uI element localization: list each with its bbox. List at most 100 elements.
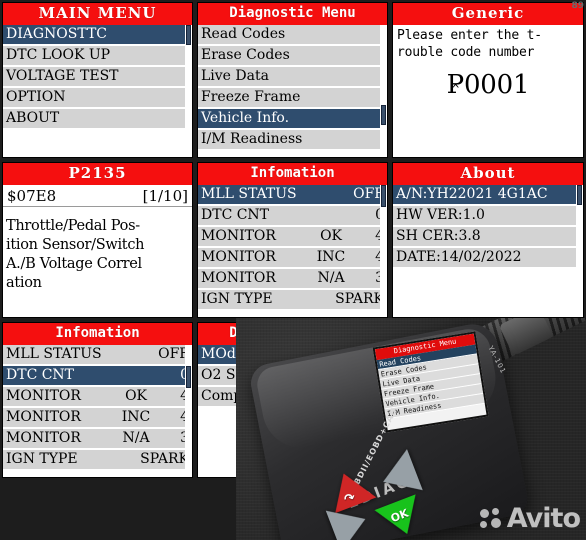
info-row-mid: OK [125,388,147,404]
info-row-ign-type[interactable]: IGN TYPE SPARK [198,290,387,311]
menu-item-erase-codes[interactable]: Erase Codes [198,46,387,67]
generic-body: Please enter the t- rouble code number P… [393,25,583,157]
diagnostic-menu-list: Read Codes Erase Codes Live Data Freeze … [198,25,387,157]
about-row-label: HW VER:1.0 [396,207,485,223]
menu-item-voltage-test[interactable]: VOLTAGE TEST [3,67,192,88]
main-menu-list: DIAGNOSTTC DTC LOOK UP VOLTAGE TEST OPTI… [3,25,192,157]
panel-title-dtc-code: P2135 [3,163,192,185]
menu-item-label: DTC LOOK UP [6,47,111,63]
info-row-mid: N/A [317,270,345,286]
info-row-dtc-cnt[interactable]: DTC CNT 0 [198,206,387,227]
panel-diagnostic-menu: Diagnostic Menu Read Codes Erase Codes L… [197,2,388,158]
info-row-dtc-cnt[interactable]: DTC CNT 0 [3,366,192,387]
menu-item-label: Live Data [201,68,269,84]
generic-prompt-line-2: rouble code number [397,45,535,60]
menu-item-label: I/M Readiness [201,131,303,147]
menu-item-option[interactable]: OPTION [3,88,192,109]
generic-prompt-line-1: Please enter the t- [397,28,542,43]
panel-title-information: Infomation [198,163,387,185]
about-row-label: SH CER:3.8 [396,228,481,244]
info-row-monitor-inc[interactable]: MONITOR INC 4 [3,408,192,429]
panel-title-about: About [393,163,583,185]
panel-information-b: Infomation MLL STATUS OFF DTC CNT 0 MONI… [2,322,193,478]
menu-item-label: Vehicle Info. [201,110,290,126]
panel-about: About A/N:YH22021 4G1AC HW VER:1.0 SH CE… [392,162,584,318]
menu-item-live-data[interactable]: Live Data [198,67,387,88]
menu-item-im-readiness[interactable]: I/M Readiness [198,130,387,151]
info-row-mll-status[interactable]: MLL STATUS OFF [198,185,387,206]
scrollbar-thumb[interactable] [186,366,191,388]
dtc-description-line: A./B Voltage Correl [6,256,142,272]
trouble-code-value: P0001 [446,70,530,100]
info-row-mid: INC [121,409,151,425]
dtc-description-line: ition Sensor/Switch [6,237,145,253]
information-list-b: MLL STATUS OFF DTC CNT 0 MONITOR OK 4 MO… [3,345,192,477]
menu-item-label: VOLTAGE TEST [6,68,119,84]
panel-dtc-detail: P2135 $07E8 [1/10] Throttle/Pedal Pos- i… [2,162,193,318]
panel-title-main-menu: MAIN MENU [3,3,192,25]
avito-wordmark: Avito [506,503,581,534]
menu-item-read-codes[interactable]: Read Codes [198,25,387,46]
info-row-label: IGN TYPE [6,451,78,467]
about-list: A/N:YH22021 4G1AC HW VER:1.0 SH CER:3.8 … [393,185,583,317]
info-row-mid: INC [316,249,346,265]
about-row-sh-cer[interactable]: SH CER:3.8 [393,227,583,248]
text-cursor-icon: ^ [452,82,460,96]
scrollbar[interactable] [576,185,583,317]
about-row-hw-ver[interactable]: HW VER:1.0 [393,206,583,227]
info-row-ign-type[interactable]: IGN TYPE SPARK [3,450,192,471]
menu-item-freeze-frame[interactable]: Freeze Frame [198,88,387,109]
panel-title-information: Infomation [3,323,192,345]
menu-item-dtc-look-up[interactable]: DTC LOOK UP [3,46,192,67]
info-row-label: IGN TYPE [201,291,273,307]
dtc-description: Throttle/Pedal Pos- ition Sensor/Switch … [3,207,192,293]
scrollbar-thumb[interactable] [186,25,191,45]
about-row-label: A/N:YH22021 4G1AC [396,186,548,202]
info-row-label: MONITOR [6,409,81,425]
menu-item-label: Erase Codes [201,47,290,63]
avito-logo-icon [479,507,502,530]
scrollbar-thumb[interactable] [381,105,386,125]
dtc-detail-body: $07E8 [1/10] Throttle/Pedal Pos- ition S… [3,185,192,317]
product-photo: Diagnostic Menu Read Codes Erase Codes L… [236,318,586,540]
panel-title-diagnostic-menu: Diagnostic Menu [198,3,387,25]
info-row-mid: N/A [122,430,150,446]
info-row-label: DTC CNT [6,367,75,383]
info-row-monitor-ok[interactable]: MONITOR OK 4 [198,227,387,248]
info-row-mid: OK [320,228,342,244]
scrollbar[interactable] [380,185,387,317]
scrollbar-thumb[interactable] [577,185,582,205]
corner-watermark: 89 [571,1,584,11]
about-row-label: DATE:14/02/2022 [396,249,522,265]
info-row-monitor-na[interactable]: MONITOR N/A 3 [198,269,387,290]
info-row-value: SPARK [335,291,384,307]
about-row-date[interactable]: DATE:14/02/2022 [393,248,583,269]
info-row-monitor-ok[interactable]: MONITOR OK 4 [3,387,192,408]
dtc-module-id: $07E8 [7,187,57,205]
info-row-label: MLL STATUS [201,186,297,202]
information-list-a: MLL STATUS OFF DTC CNT 0 MONITOR OK 4 MO… [198,185,387,317]
info-row-label: DTC CNT [201,207,270,223]
scrollbar[interactable] [185,345,192,477]
info-row-mll-status[interactable]: MLL STATUS OFF [3,345,192,366]
menu-item-label: Read Codes [201,26,286,42]
about-row-an[interactable]: A/N:YH22021 4G1AC [393,185,583,206]
dtc-description-line: Throttle/Pedal Pos- [6,218,140,234]
info-row-label: MONITOR [201,228,276,244]
menu-item-diagnosttc[interactable]: DIAGNOSTTC [3,25,192,46]
scrollbar-thumb[interactable] [381,185,386,207]
panel-information-a: Infomation MLL STATUS OFF DTC CNT 0 MONI… [197,162,388,318]
info-row-monitor-inc[interactable]: MONITOR INC 4 [198,248,387,269]
info-row-monitor-na[interactable]: MONITOR N/A 3 [3,429,192,450]
dtc-description-line: ation [6,275,42,291]
menu-item-about[interactable]: ABOUT [3,109,192,130]
info-row-label: MONITOR [201,249,276,265]
menu-item-label: Freeze Frame [201,89,301,105]
info-row-label: MONITOR [201,270,276,286]
scrollbar[interactable] [380,25,387,157]
menu-item-vehicle-info[interactable]: Vehicle Info. [198,109,387,130]
scrollbar[interactable] [185,25,192,157]
info-row-value: SPARK [140,451,189,467]
trouble-code-input[interactable]: P0001 ^ [397,70,579,100]
menu-item-label: OPTION [6,89,66,105]
